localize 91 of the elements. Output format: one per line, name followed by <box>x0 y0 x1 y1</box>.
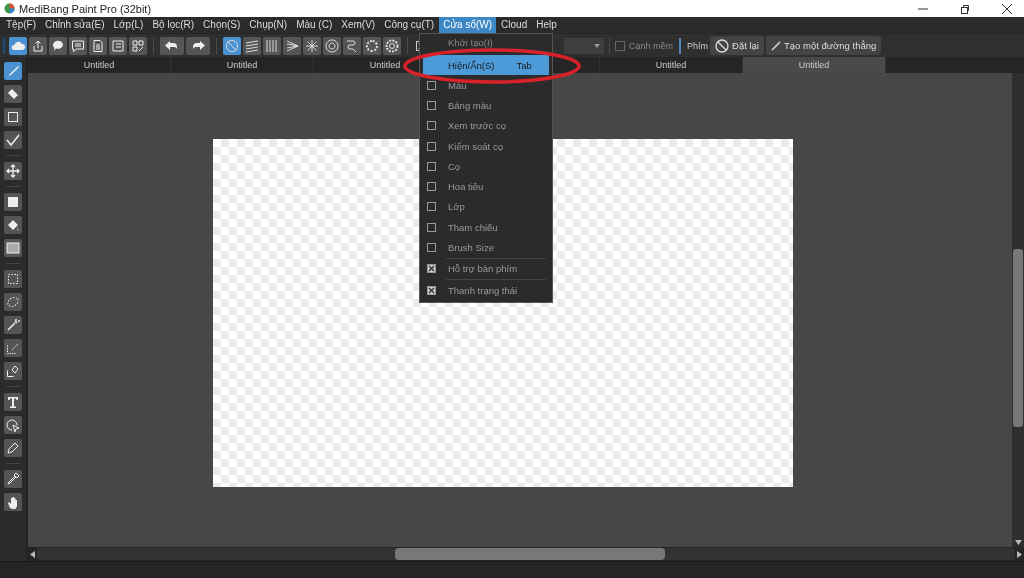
dropdown-field[interactable] <box>564 37 604 54</box>
lasso-icon[interactable] <box>4 293 22 311</box>
reset-button[interactable]: Đặt lại <box>710 36 764 55</box>
down-arrow-icon[interactable] <box>1014 540 1022 545</box>
checkbox[interactable] <box>427 80 436 90</box>
share-icon[interactable] <box>29 36 47 55</box>
menu-item[interactable]: Lớp <box>448 201 465 213</box>
menu-item[interactable]: Hiện/Ẩn(S) Tab <box>423 55 549 75</box>
app-logo-icon <box>4 3 15 14</box>
window-title: MediBang Paint Pro (32bit) <box>19 2 152 15</box>
menu-item[interactable]: Xem trước cọ <box>448 120 506 132</box>
menu-item[interactable]: Màu (C) <box>292 17 337 33</box>
text-icon[interactable] <box>4 393 22 411</box>
restore-icon[interactable] <box>960 3 970 14</box>
dotted-square-icon[interactable] <box>4 270 22 288</box>
menu-item[interactable]: Xem(V) <box>337 17 380 33</box>
settings-icon[interactable] <box>383 36 401 55</box>
menu-item[interactable]: Thanh trạng thái <box>448 284 518 296</box>
circle-icon[interactable] <box>363 36 381 55</box>
radial-lines-icon[interactable] <box>303 36 321 55</box>
select-eraser-icon[interactable] <box>4 362 22 380</box>
checkbox[interactable] <box>427 141 436 151</box>
caret-icon <box>594 43 600 48</box>
curve-icon[interactable] <box>343 36 361 55</box>
checkbox[interactable] <box>427 285 436 295</box>
pointer-icon[interactable] <box>4 416 22 434</box>
redo-icon[interactable] <box>186 36 210 55</box>
square-outline-icon[interactable] <box>4 108 22 126</box>
checkbox[interactable] <box>427 222 436 232</box>
checkbox[interactable] <box>615 40 625 51</box>
horizontal-scrollbar[interactable] <box>28 547 1024 561</box>
brush-icon[interactable] <box>4 62 22 80</box>
menu-item[interactable]: Bộ lọc(R) <box>148 17 199 33</box>
checkbox[interactable] <box>427 161 436 171</box>
gradient-icon[interactable] <box>4 239 22 257</box>
parallel-lines-icon[interactable] <box>243 36 261 55</box>
prohibited-icon <box>715 38 730 53</box>
grid-lines-icon[interactable] <box>263 36 281 55</box>
vertical-scrollbar[interactable] <box>1012 73 1024 547</box>
speech-bubble-icon[interactable] <box>49 36 67 55</box>
right-arrow-icon[interactable] <box>1017 550 1022 558</box>
menu-item[interactable]: Cloud <box>497 17 532 33</box>
line-button[interactable]: Tạo một đường thẳng <box>765 36 882 55</box>
select-pen-icon[interactable] <box>4 339 22 357</box>
hand-icon[interactable] <box>4 493 22 511</box>
concentric-circles-icon[interactable] <box>323 36 341 55</box>
menu-item[interactable]: Hoa tiêu <box>448 181 484 193</box>
cloud-icon[interactable] <box>9 36 27 55</box>
fan-lines-icon[interactable] <box>283 36 301 55</box>
checkbox[interactable] <box>427 100 436 110</box>
keys-label: Phím <box>687 40 709 51</box>
menu-item[interactable]: Công cụ(T) <box>380 17 439 33</box>
menu-item[interactable]: Chỉnh sửa(E) <box>41 17 109 33</box>
move-icon[interactable] <box>4 162 22 180</box>
grid-icon[interactable] <box>129 36 147 55</box>
checkbox[interactable] <box>427 264 436 274</box>
filled-square-icon[interactable] <box>4 193 22 211</box>
menu-item[interactable]: Chọn(S) <box>199 17 245 33</box>
menu-item[interactable]: Khởi tạo(I) <box>420 36 552 49</box>
checkbox[interactable] <box>427 202 436 212</box>
no-snap-icon[interactable] <box>223 36 241 55</box>
pen-icon[interactable] <box>4 439 22 457</box>
polyline-icon[interactable] <box>4 131 22 149</box>
checkbox[interactable] <box>427 182 436 192</box>
menu-item[interactable]: Lớp(L) <box>109 17 148 33</box>
menu-item[interactable]: Màu <box>448 79 467 91</box>
checkbox-label: Cạnh mềm <box>629 40 673 51</box>
checkbox[interactable] <box>427 121 436 131</box>
list-icon[interactable] <box>109 36 127 55</box>
checkbox[interactable] <box>427 243 436 252</box>
line-icon <box>770 40 781 51</box>
magic-wand-icon[interactable] <box>4 316 22 334</box>
eraser-icon[interactable] <box>4 85 22 103</box>
left-arrow-icon[interactable] <box>30 550 35 558</box>
menu-item[interactable]: Brush Size <box>448 242 494 253</box>
undo-icon[interactable] <box>160 36 184 55</box>
comment-icon[interactable] <box>69 36 87 55</box>
document-tab[interactable]: Untitled <box>743 57 886 73</box>
menu-item[interactable]: Hỗ trợ bàn phím <box>448 263 518 275</box>
bucket-icon[interactable] <box>4 216 22 234</box>
menu-item[interactable]: Kiểm soát cọ <box>448 140 503 152</box>
menu-item[interactable]: Cửa sổ(W) <box>439 17 497 33</box>
close-icon[interactable] <box>1002 3 1012 14</box>
document-icon[interactable] <box>89 36 107 55</box>
menu-item[interactable]: Tham chiếu <box>448 221 498 233</box>
menu-item[interactable]: Tệp(F) <box>2 17 40 33</box>
menu-item[interactable]: Chụp(N) <box>245 17 292 33</box>
menu-item[interactable]: Help <box>532 17 561 33</box>
menu-item[interactable]: Cọ <box>448 160 461 172</box>
eyedropper-icon[interactable] <box>4 470 22 488</box>
menu-item[interactable]: Bảng màu <box>448 99 492 111</box>
